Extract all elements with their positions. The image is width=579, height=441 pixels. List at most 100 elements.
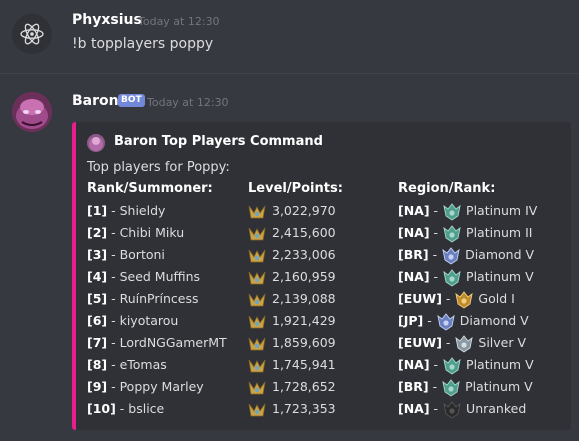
summoner-name: - LordNGGamerMT <box>107 335 227 350</box>
rank-summoner-cell: [5] - RuínPríncess <box>87 288 198 310</box>
diamond-rank-icon <box>437 312 455 331</box>
timestamp: Today at 12:30 <box>138 15 220 28</box>
summoner-name: - Shieldy <box>107 203 166 218</box>
separator: - <box>441 335 451 350</box>
region-rank-cell: [BR] - Diamond V <box>398 244 534 266</box>
rank-number: [5] <box>87 291 108 306</box>
mastery-points: 2,233,006 <box>272 247 336 262</box>
rank-summoner-cell: [9] - Poppy Marley <box>87 376 204 398</box>
points-cell: 1,859,609 <box>248 332 336 354</box>
rank-summoner-cell: [3] - Bortoni <box>87 244 165 266</box>
summoner-name: - eTomas <box>107 357 167 372</box>
mastery-points: 1,745,941 <box>272 357 336 372</box>
region-code: [EUW] <box>398 291 442 306</box>
avatar[interactable] <box>12 92 52 132</box>
region-code: [NA] <box>398 357 430 372</box>
atom-icon <box>20 23 44 45</box>
points-cell: 1,921,429 <box>248 310 336 332</box>
region-rank-cell: [BR] - Platinum V <box>398 376 533 398</box>
rank-tier: Gold I <box>478 291 515 306</box>
points-cell: 2,233,006 <box>248 244 336 266</box>
mastery-points: 2,160,959 <box>272 269 336 284</box>
baron-avatar-icon <box>12 92 52 132</box>
mastery-icon <box>248 381 266 394</box>
rank-number: [6] <box>87 313 108 328</box>
platinum-rank-icon <box>442 378 460 397</box>
region-code: [JP] <box>398 313 424 328</box>
summoner-name: - bslice <box>115 401 165 416</box>
separator: - <box>429 269 439 284</box>
separator: - <box>428 247 438 262</box>
unranked-rank-icon <box>443 400 461 419</box>
points-cell: 1,723,353 <box>248 398 336 420</box>
mastery-icon <box>248 337 266 350</box>
rank-number: [2] <box>87 225 108 240</box>
region-rank-cell: [NA] - Platinum II <box>398 222 532 244</box>
separator: - <box>429 225 439 240</box>
platinum-rank-icon <box>443 356 461 375</box>
mastery-points: 1,728,652 <box>272 379 336 394</box>
rank-tier: Diamond V <box>459 313 529 328</box>
points-cell: 2,160,959 <box>248 266 336 288</box>
rank-tier: Unranked <box>466 401 527 416</box>
mastery-points: 1,859,609 <box>272 335 336 350</box>
username[interactable]: Baron <box>72 93 119 109</box>
column-title-points: Level/Points: <box>248 181 343 196</box>
mastery-points: 1,723,353 <box>272 401 336 416</box>
mastery-icon <box>248 271 266 284</box>
platinum-rank-icon <box>443 268 461 287</box>
mastery-points: 1,921,429 <box>272 313 336 328</box>
region-rank-cell: [NA] - Platinum V <box>398 266 534 288</box>
summoner-name: - RuínPríncess <box>107 291 199 306</box>
timestamp: Today at 12:30 <box>147 96 229 109</box>
gold-rank-icon <box>455 290 474 309</box>
mastery-points: 2,139,088 <box>272 291 336 306</box>
separator: - <box>429 357 439 372</box>
column-title-region: Region/Rank: <box>398 181 496 196</box>
separator: - <box>429 401 439 416</box>
region-code: [NA] <box>398 401 430 416</box>
mastery-icon <box>248 293 266 306</box>
column-title-rank: Rank/Summoner: <box>87 181 213 196</box>
message-divider <box>0 73 579 74</box>
mastery-icon <box>248 205 266 218</box>
points-cell: 2,415,600 <box>248 222 336 244</box>
mastery-icon <box>248 227 266 240</box>
rank-tier: Diamond V <box>465 247 535 262</box>
rank-number: [1] <box>87 203 108 218</box>
rank-tier: Platinum IV <box>466 203 538 218</box>
region-rank-cell: [NA] - Platinum V <box>398 354 534 376</box>
bot-badge: BOT <box>118 94 145 107</box>
points-cell: 2,139,088 <box>248 288 336 310</box>
mastery-icon <box>248 315 266 328</box>
region-rank-cell: [NA] - Unranked <box>398 398 526 420</box>
avatar[interactable] <box>12 14 52 54</box>
region-code: [NA] <box>398 225 430 240</box>
separator: - <box>441 291 451 306</box>
embed-description: Top players for Poppy: <box>87 160 230 175</box>
username[interactable]: Phyxsius <box>72 12 142 28</box>
embed-accent-bar <box>72 122 76 430</box>
summoner-name: - kiyotarou <box>107 313 179 328</box>
rank-summoner-cell: [8] - eTomas <box>87 354 167 376</box>
summoner-name: - Bortoni <box>107 247 165 262</box>
rank-number: [7] <box>87 335 108 350</box>
separator: - <box>429 203 439 218</box>
summoner-name: - Poppy Marley <box>107 379 204 394</box>
region-rank-cell: [JP] - Diamond V <box>398 310 529 332</box>
region-rank-cell: [NA] - Platinum IV <box>398 200 537 222</box>
embed-author: Baron Top Players Command <box>114 134 323 149</box>
points-cell: 3,022,970 <box>248 200 336 222</box>
diamond-rank-icon <box>442 246 460 265</box>
mastery-icon <box>248 359 266 372</box>
separator: - <box>423 313 432 328</box>
rank-summoner-cell: [2] - Chibi Miku <box>87 222 184 244</box>
rank-summoner-cell: [10] - bslice <box>87 398 164 420</box>
rank-tier: Platinum V <box>466 357 534 372</box>
mastery-icon <box>248 249 266 262</box>
points-cell: 1,745,941 <box>248 354 336 376</box>
mastery-points: 3,022,970 <box>272 203 336 218</box>
rank-tier: Platinum V <box>465 379 533 394</box>
platinum-rank-icon <box>443 202 461 221</box>
rank-tier: Silver V <box>478 335 527 350</box>
